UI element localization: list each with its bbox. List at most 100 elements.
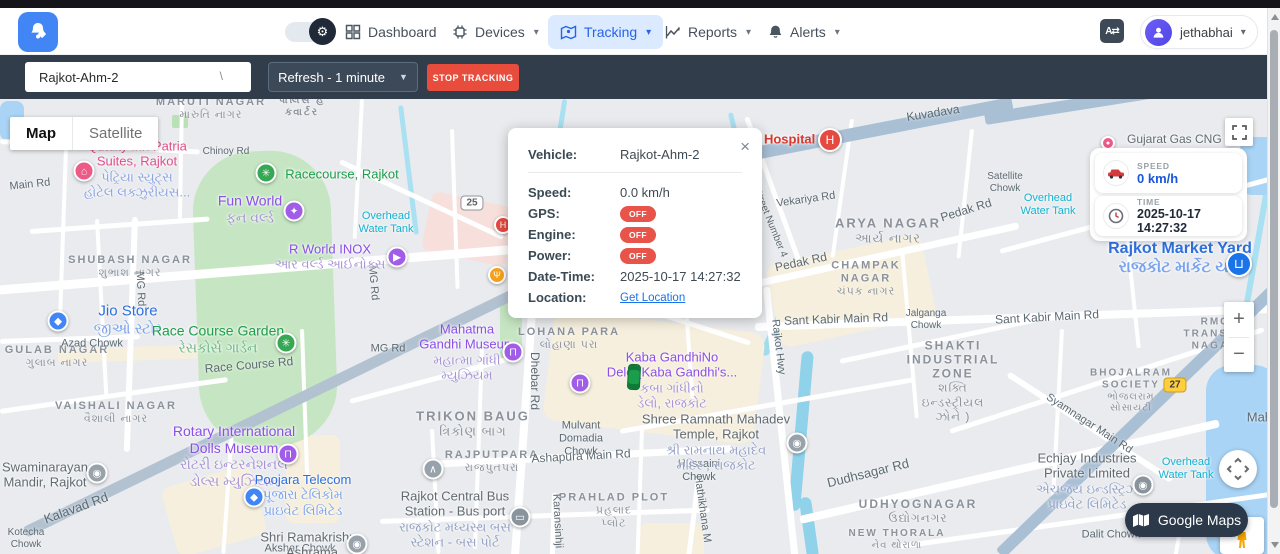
map-poi-label[interactable]: R World INOXઆર વર્લ્ડ આઈનોક્સ [275,242,386,273]
logo-icon [27,21,49,43]
person-icon [1151,25,1166,40]
map-type-satellite-button[interactable]: Satellite [72,117,158,150]
map-road-label: Chinoy Rd [203,146,250,158]
map-road-label: Vekariya Rd [776,189,837,210]
get-location-link[interactable]: Get Location [620,292,685,304]
engine-status-badge: OFF [620,227,656,243]
chart-icon [665,24,681,40]
map-marker-ramakrishna-ashrama[interactable]: ◉ [347,534,368,554]
nav-tracking[interactable]: Tracking ▾ [548,15,663,49]
location-label: Location: [528,290,620,305]
time-card-value: 2025-10-17 14:27:32 [1137,207,1234,235]
map-road-label: OverheadWater Tank [358,210,413,236]
map-marker-echjay-pin[interactable]: ◉ [1133,475,1154,496]
map-marker-school[interactable]: ∧ [423,459,444,480]
window-top-strip [0,0,1280,8]
google-maps-badge[interactable]: Google Maps [1125,503,1248,537]
avatar [1145,19,1172,46]
nav-reports[interactable]: Reports ▾ [665,17,751,47]
popup-row-vehicle: Vehicle: Rajkot-Ahm-2 [528,144,742,165]
popup-row-location: Location: Get Location [528,287,742,308]
zoom-control: + − [1224,302,1254,372]
map-marker-racecourse[interactable]: ✳ [256,163,277,184]
chevron-down-icon: ▾ [1241,27,1246,38]
map-poi-label[interactable]: Poojara Telecomપૂજારા ટેલિકોમપ્રાઇવેટ લિ… [255,472,352,518]
window-scrollbar[interactable] [1267,8,1280,554]
map-marker-race-course-garden[interactable]: ✳ [276,333,297,354]
map-road-label: MG Rd [371,343,406,356]
map-marker-kaba-gandhi-delo[interactable]: Π [570,373,591,394]
map-poi-label[interactable]: MahatmaGandhi Museumમહાત્મા ગાંધીમ્યુઝિય… [419,321,514,382]
map-marker-restaurant[interactable]: Ψ [488,266,506,284]
highway-shield: 27 [1163,378,1186,393]
map-poi-label[interactable]: l Hospital [757,131,816,146]
map-road-label: Kalavad Rd [42,489,110,526]
nav-alerts[interactable]: Alerts ▾ [768,17,840,47]
map-marker-hotel-quality-inn[interactable]: ⌂ [74,161,95,182]
chevron-down-icon: ▾ [835,27,840,38]
map-poi-label[interactable]: Rajkot Central BusStation - Bus portરાજક… [399,488,511,549]
popup-row-engine: Engine: OFF [528,224,742,245]
app-logo[interactable] [18,12,58,52]
scroll-down-arrow-icon[interactable] [1271,542,1279,548]
speed-card-label: SPEED [1137,161,1178,171]
map-road-label: Dudhsagar Rd [825,455,910,490]
close-icon[interactable]: × [740,138,750,155]
car-icon [1103,160,1129,186]
input-cursor-artifact: \ [220,69,223,83]
nav-devices-label: Devices [475,24,525,40]
map-area-label: LOHANA PARAલોહાણા પરા [518,326,620,352]
refresh-interval-dropdown[interactable]: Refresh - 1 minute ▼ [268,62,418,92]
stop-tracking-button[interactable]: STOP TRACKING [427,64,519,91]
vehicle-marker[interactable] [627,364,641,391]
map-marker-jio-store[interactable]: ◆ [48,311,69,332]
scroll-up-arrow-icon[interactable] [1271,14,1279,20]
map-marker-poojara-telecom[interactable]: ◆ [244,487,265,508]
navbar: ⚙ Dashboard Devices ▾ Tracking ▾ Reports… [0,8,1280,55]
map-poi-label[interactable]: Race Course Gardenરેસકોર્સ ગાર્ડન [152,322,284,355]
grid-icon [345,24,361,40]
map-poi-label[interactable]: SwaminarayanMandir, Rajkot [2,460,88,491]
scrollbar-thumb[interactable] [1270,30,1278,508]
map-area-label: SHAKTIINDUSTRIALZONEશક્તિઇન્ડસ્ટ્રીયલઝોન… [907,339,1000,424]
chevron-down-icon: ▾ [534,27,539,38]
map-marker-gandhi-museum[interactable]: Π [503,342,524,363]
nav-dashboard[interactable]: Dashboard [345,17,437,47]
dark-mode-toggle[interactable]: ⚙ [285,22,333,42]
map-marker-swaminarayan-mandir[interactable]: ◉ [87,463,108,484]
map-marker-ramnath-temple[interactable]: ◉ [787,433,808,454]
tracking-toolbar: \ Refresh - 1 minute ▼ STOP TRACKING [0,55,1280,99]
popup-row-datetime: Date-Time: 2025-10-17 14:27:32 [528,266,742,287]
map-road-label: SatelliteChowk [987,171,1023,195]
map-marker-inox-cinema[interactable]: ▶ [387,247,408,268]
pan-control-button[interactable] [1219,450,1257,488]
map-marker-dolls-museum[interactable]: Π [278,444,299,465]
nav-devices[interactable]: Devices ▾ [452,17,539,47]
fullscreen-button[interactable] [1225,118,1253,146]
map-marker-market-yard[interactable]: ⊔ [1226,251,1252,277]
username: jethabhai [1180,25,1233,40]
map-marker-hospital-main[interactable]: H [818,128,842,152]
map-area-label: TRIKON BAUGત્રિકોણ બાગ [416,409,530,440]
vehicle-label: Vehicle: [528,147,620,162]
map-poi-label[interactable]: Shree Ramnath MahadevTemple, Rajkotશ્રી … [642,411,790,472]
map-type-map-button[interactable]: Map [10,117,72,150]
map-poi-label[interactable]: Gujarat Gas CNG S [1127,132,1233,146]
map-marker-bus-station[interactable]: ▭ [510,507,531,528]
speed-card-value: 0 km/h [1137,171,1178,186]
zoom-out-button[interactable]: − [1224,338,1254,373]
nav-alerts-label: Alerts [790,24,826,40]
map-marker-fun-world[interactable]: ✦ [284,201,305,222]
vehicle-select-input[interactable] [25,62,251,92]
map-area-label: પોલિસ હેક્વાર્ટર [279,99,326,119]
nav-reports-label: Reports [688,24,737,40]
map-area-fill [788,351,814,511]
translate-icon[interactable]: A⇄ [1100,19,1124,43]
user-menu[interactable]: jethabhai ▾ [1140,15,1258,49]
map-road [30,216,210,234]
map-canvas[interactable]: MARUTI NAGARમારુતિ નાગરપોલિસ હેક્વાર્ટરS… [0,99,1280,554]
map-poi-label[interactable]: Echjay IndustriesPrivate Limitedએચજય ઇન્… [1036,450,1138,511]
map-poi-label[interactable]: Racecourse, Rajkot [285,166,398,181]
map-poi-label[interactable]: Fun Worldફન વર્લ્ડ [218,192,282,225]
zoom-in-button[interactable]: + [1224,302,1254,337]
